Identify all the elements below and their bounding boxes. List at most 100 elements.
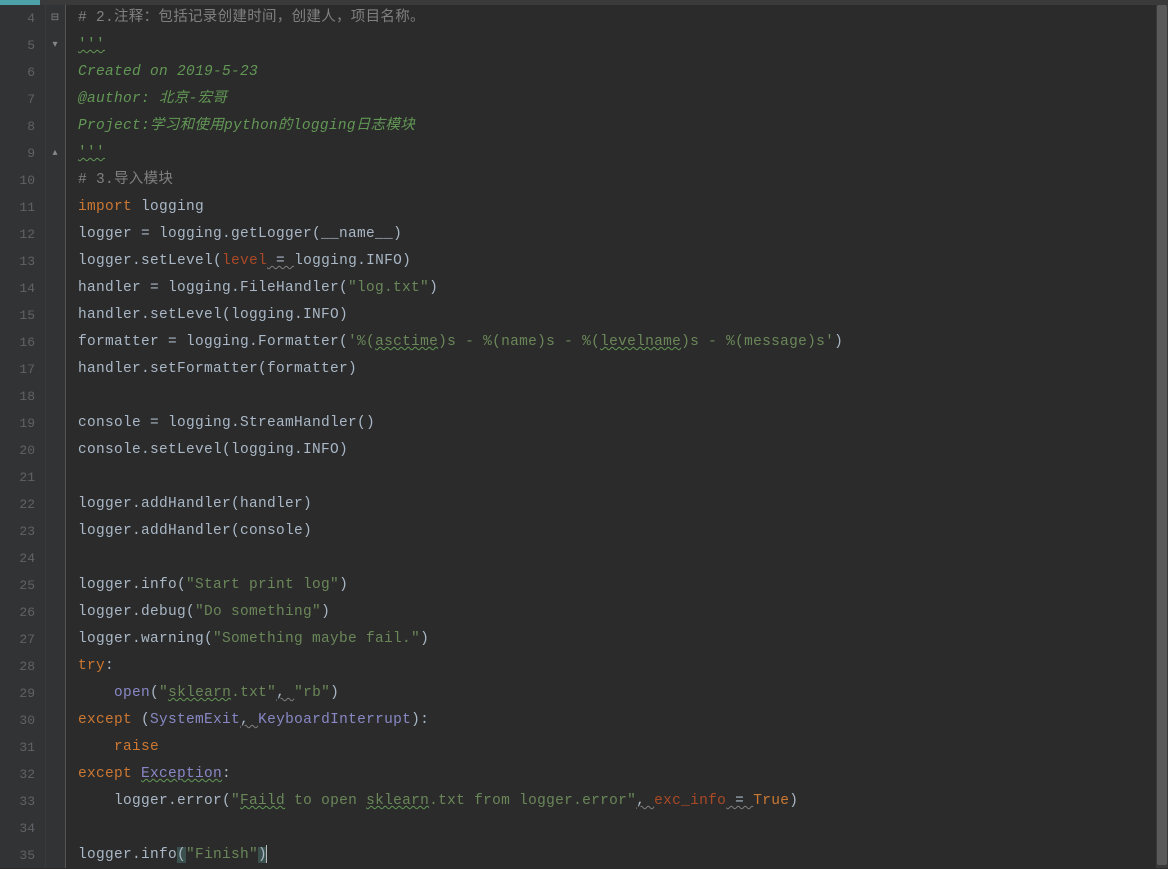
line-number[interactable]: 23	[0, 518, 35, 545]
line-number[interactable]: 25	[0, 572, 35, 599]
code-line[interactable]	[78, 815, 1168, 842]
code-line[interactable]: logger.addHandler(console)	[78, 518, 1168, 545]
code-line[interactable]: logger.warning("Something maybe fail.")	[78, 626, 1168, 653]
code-line[interactable]: console = logging.StreamHandler()	[78, 410, 1168, 437]
line-number[interactable]: 9	[0, 140, 35, 167]
code-token: =	[726, 793, 753, 809]
line-number[interactable]: 22	[0, 491, 35, 518]
scrollbar-thumb[interactable]	[1157, 5, 1167, 865]
code-token: exc_info	[654, 793, 726, 809]
code-token: handler.setFormatter(formatter)	[78, 361, 357, 377]
line-number[interactable]: 5	[0, 32, 35, 59]
code-line[interactable]: '''	[78, 32, 1168, 59]
code-line[interactable]: handler.setFormatter(formatter)	[78, 356, 1168, 383]
line-number[interactable]: 27	[0, 626, 35, 653]
code-token: try	[78, 658, 105, 674]
code-token: (	[177, 847, 186, 863]
code-token: logger.info	[78, 847, 177, 863]
fold-marker[interactable]: ▾	[48, 38, 62, 52]
code-line[interactable]: logger.info("Start print log")	[78, 572, 1168, 599]
line-number[interactable]: 4	[0, 5, 35, 32]
line-number[interactable]: 28	[0, 653, 35, 680]
line-number[interactable]: 8	[0, 113, 35, 140]
fold-column[interactable]: ⊟ ▾ ▴	[46, 5, 66, 868]
line-number[interactable]: 33	[0, 788, 35, 815]
code-token	[78, 739, 114, 755]
code-line[interactable]: @author: 北京-宏哥	[78, 86, 1168, 113]
code-line[interactable]: Project:学习和使用python的logging日志模块	[78, 113, 1168, 140]
line-number[interactable]: 15	[0, 302, 35, 329]
fold-marker[interactable]: ⊟	[48, 11, 62, 25]
code-token: Project:学习和使用python的logging日志模块	[78, 118, 415, 134]
code-line[interactable]: Created on 2019-5-23	[78, 59, 1168, 86]
code-token: except	[78, 766, 132, 782]
line-number[interactable]: 20	[0, 437, 35, 464]
line-number[interactable]: 34	[0, 815, 35, 842]
code-token: ):	[411, 712, 429, 728]
line-number[interactable]: 14	[0, 275, 35, 302]
code-line[interactable]: raise	[78, 734, 1168, 761]
code-token: logger.warning(	[78, 631, 213, 647]
code-token: .txt from logger.error"	[429, 793, 636, 809]
code-line[interactable]: open("sklearn.txt", "rb")	[78, 680, 1168, 707]
code-line[interactable]: try:	[78, 653, 1168, 680]
code-line[interactable]: handler.setLevel(logging.INFO)	[78, 302, 1168, 329]
code-line[interactable]: logger = logging.getLogger(__name__)	[78, 221, 1168, 248]
line-number[interactable]: 35	[0, 842, 35, 869]
code-token: '%(	[348, 334, 375, 350]
line-number[interactable]: 6	[0, 59, 35, 86]
line-number[interactable]: 7	[0, 86, 35, 113]
code-token: "Do something"	[195, 604, 321, 620]
code-line[interactable]: logger.info("Finish")	[78, 842, 1168, 869]
line-number[interactable]: 29	[0, 680, 35, 707]
code-token: # 3.导入模块	[78, 172, 173, 188]
code-line[interactable]	[78, 464, 1168, 491]
line-number[interactable]: 21	[0, 464, 35, 491]
code-line[interactable]	[78, 545, 1168, 572]
code-line[interactable]: # 2.注释：包括记录创建时间，创建人，项目名称。	[78, 5, 1168, 32]
code-token: ,	[276, 685, 294, 701]
code-line[interactable]	[78, 383, 1168, 410]
code-line[interactable]: formatter = logging.Formatter('%(asctime…	[78, 329, 1168, 356]
line-number[interactable]: 31	[0, 734, 35, 761]
code-editor-area[interactable]: # 2.注释：包括记录创建时间，创建人，项目名称。'''Created on 2…	[66, 5, 1168, 868]
code-token: ,	[636, 793, 654, 809]
code-token: .txt"	[231, 685, 276, 701]
code-token: )	[330, 685, 339, 701]
line-number[interactable]: 30	[0, 707, 35, 734]
line-number[interactable]: 10	[0, 167, 35, 194]
code-line[interactable]: logger.error("Faild to open sklearn.txt …	[78, 788, 1168, 815]
code-line[interactable]: '''	[78, 140, 1168, 167]
code-line[interactable]: handler = logging.FileHandler("log.txt")	[78, 275, 1168, 302]
line-number[interactable]: 32	[0, 761, 35, 788]
code-line[interactable]: logger.setLevel(level = logging.INFO)	[78, 248, 1168, 275]
code-token: :	[105, 658, 114, 674]
code-line[interactable]: console.setLevel(logging.INFO)	[78, 437, 1168, 464]
line-number[interactable]: 11	[0, 194, 35, 221]
code-token: levelname	[600, 334, 681, 350]
code-token: )s - %(message)s'	[681, 334, 834, 350]
code-line[interactable]: logger.addHandler(handler)	[78, 491, 1168, 518]
line-number[interactable]: 24	[0, 545, 35, 572]
line-number[interactable]: 26	[0, 599, 35, 626]
code-token: handler.setLevel(logging.INFO)	[78, 307, 348, 323]
line-number[interactable]: 16	[0, 329, 35, 356]
code-line[interactable]: # 3.导入模块	[78, 167, 1168, 194]
code-token: "Start print log"	[186, 577, 339, 593]
vertical-scrollbar[interactable]	[1156, 5, 1168, 868]
code-token: "log.txt"	[348, 280, 429, 296]
line-number[interactable]: 18	[0, 383, 35, 410]
fold-marker[interactable]: ▴	[48, 146, 62, 160]
line-number[interactable]: 13	[0, 248, 35, 275]
line-number[interactable]: 12	[0, 221, 35, 248]
code-line[interactable]: except Exception:	[78, 761, 1168, 788]
line-number-gutter[interactable]: 4567891011121314151617181920212223242526…	[0, 5, 46, 868]
code-line[interactable]: logger.debug("Do something")	[78, 599, 1168, 626]
code-token: )	[420, 631, 429, 647]
line-number[interactable]: 17	[0, 356, 35, 383]
code-line[interactable]: except (SystemExit, KeyboardInterrupt):	[78, 707, 1168, 734]
code-token: ,	[240, 712, 258, 728]
code-token: )	[789, 793, 798, 809]
code-line[interactable]: import logging	[78, 194, 1168, 221]
line-number[interactable]: 19	[0, 410, 35, 437]
